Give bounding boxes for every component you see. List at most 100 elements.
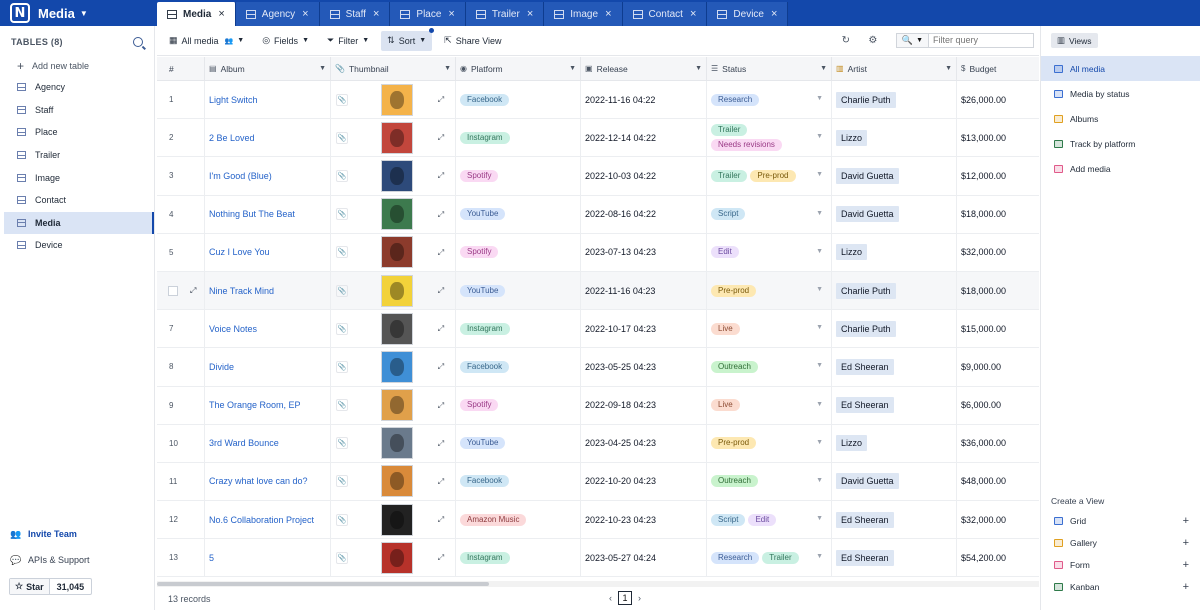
create-view-grid[interactable]: Grid +: [1041, 510, 1200, 532]
platform-cell[interactable]: Instagram: [456, 119, 581, 157]
album-cell[interactable]: 2 Be Loved: [205, 119, 331, 157]
create-view-kanban[interactable]: Kanban +: [1041, 576, 1200, 598]
artist-cell[interactable]: Ed Sheeran: [832, 348, 957, 386]
paperclip-icon[interactable]: 📎: [336, 475, 348, 488]
thumbnail-image[interactable]: [381, 236, 413, 269]
fields-button[interactable]: ◎ Fields ▼: [256, 31, 315, 51]
platform-cell[interactable]: Spotify: [456, 157, 581, 195]
release-cell[interactable]: 2023-04-25 04:23: [581, 424, 707, 462]
apis-support-button[interactable]: 💬 APIs & Support: [10, 555, 89, 566]
budget-cell[interactable]: $26,000.00: [957, 81, 1039, 118]
thumbnail-cell[interactable]: 📎 ⤢: [331, 157, 456, 195]
artist-chip[interactable]: David Guetta: [836, 473, 899, 490]
tab-staff[interactable]: Staff ×: [319, 2, 391, 26]
table-row[interactable]: ⤢ Nine Track Mind 📎 ⤢ YouTube 2022-11-16 04:2…: [157, 271, 1039, 311]
artist-chip[interactable]: David Guetta: [836, 167, 899, 184]
paperclip-icon[interactable]: 📎: [336, 93, 348, 106]
thumbnail-image[interactable]: [381, 274, 413, 307]
budget-cell[interactable]: $9,000.00: [957, 348, 1039, 385]
close-icon[interactable]: ×: [448, 8, 454, 20]
next-page-icon[interactable]: ›: [638, 593, 641, 603]
chevron-down-icon[interactable]: ▼: [816, 133, 823, 140]
artist-chip[interactable]: David Guetta: [836, 206, 899, 223]
budget-cell[interactable]: $36,000.00: [957, 425, 1039, 462]
artist-cell[interactable]: Ed Sheeran: [832, 501, 957, 539]
paperclip-icon[interactable]: 📎: [336, 169, 348, 182]
release-cell[interactable]: 2023-07-13 04:23: [581, 233, 707, 271]
table-row[interactable]: 22 Be Loved 📎 ⤢ Instagram 2022-12-14 04:22 Tr…: [157, 119, 1039, 158]
chevron-down-icon[interactable]: ▼: [816, 515, 823, 522]
tab-contact[interactable]: Contact ×: [622, 2, 708, 26]
plus-icon[interactable]: +: [1183, 559, 1189, 571]
budget-cell[interactable]: $18,000.00: [957, 196, 1039, 233]
artist-chip[interactable]: Lizzo: [836, 129, 868, 146]
thumbnail-image[interactable]: [381, 121, 413, 154]
table-row[interactable]: 10 3rd Ward Bounce 📎 ⤢ YouTube 2023-04-25 04:…: [157, 424, 1039, 463]
status-cell[interactable]: Trailer Needs revisions ▼: [707, 119, 832, 157]
status-cell[interactable]: Pre-prod ▼: [707, 271, 832, 310]
star-button[interactable]: ☆ Star: [10, 579, 50, 594]
expand-icon[interactable]: ⤢: [435, 361, 447, 373]
thumbnail-image[interactable]: [381, 465, 413, 498]
status-cell[interactable]: Research Trailer ▼: [707, 539, 832, 577]
album-name[interactable]: Cuz I Love You: [209, 247, 270, 257]
expand-row-icon[interactable]: ⤢: [190, 286, 196, 296]
artist-chip[interactable]: Lizzo: [836, 244, 868, 261]
close-icon[interactable]: ×: [527, 8, 533, 20]
status-cell[interactable]: Script ▼: [707, 195, 832, 233]
header-album[interactable]: ▤ Album ▼: [205, 57, 331, 80]
thumbnail-image[interactable]: [381, 541, 413, 574]
album-name[interactable]: The Orange Room, EP: [209, 400, 301, 410]
release-cell[interactable]: 2022-08-16 04:22: [581, 195, 707, 233]
artist-cell[interactable]: Lizzo: [832, 233, 957, 271]
chevron-down-icon[interactable]: ▼: [816, 248, 823, 255]
tab-image[interactable]: Image ×: [544, 2, 623, 26]
status-cell[interactable]: Outreach ▼: [707, 462, 832, 501]
artist-chip[interactable]: Charlie Puth: [836, 91, 896, 108]
budget-cell[interactable]: $6,000.00: [957, 387, 1039, 424]
album-name[interactable]: 2 Be Loved: [209, 133, 255, 143]
budget-cell[interactable]: $48,000.00: [957, 463, 1039, 500]
thumbnail-cell[interactable]: 📎 ⤢: [331, 462, 456, 501]
paperclip-icon[interactable]: 📎: [336, 208, 348, 221]
paperclip-icon[interactable]: 📎: [336, 513, 348, 526]
release-cell[interactable]: 2022-10-17 04:23: [581, 310, 707, 348]
expand-icon[interactable]: ⤢: [435, 170, 447, 182]
expand-icon[interactable]: ⤢: [435, 438, 447, 450]
thumbnail-image[interactable]: [381, 159, 413, 192]
header-budget[interactable]: $ Budget: [957, 57, 1039, 80]
platform-cell[interactable]: Amazon Music: [456, 501, 581, 539]
paperclip-icon[interactable]: 📎: [336, 437, 348, 450]
album-cell[interactable]: Voice Notes: [205, 310, 331, 348]
gear-icon[interactable]: ⚙: [864, 31, 882, 49]
scrollbar-thumb[interactable]: [157, 582, 489, 586]
close-icon[interactable]: ×: [218, 8, 224, 20]
sidebar-item-trailer[interactable]: Trailer: [4, 144, 154, 167]
thumbnail-cell[interactable]: 📎 ⤢: [331, 424, 456, 462]
chevron-down-icon[interactable]: ▼: [319, 65, 326, 72]
chevron-down-icon[interactable]: ▼: [816, 401, 823, 408]
view-item-all-media[interactable]: All media: [1041, 56, 1200, 81]
thumbnail-cell[interactable]: 📎 ⤢: [331, 310, 456, 348]
sidebar-item-staff[interactable]: Staff: [4, 99, 154, 122]
artist-cell[interactable]: Lizzo: [832, 424, 957, 462]
paperclip-icon[interactable]: 📎: [336, 131, 348, 144]
thumbnail-cell[interactable]: 📎 ⤢: [331, 81, 456, 119]
sidebar-item-image[interactable]: Image: [4, 166, 154, 189]
thumbnail-image[interactable]: [381, 312, 413, 345]
view-item-albums[interactable]: Albums: [1041, 106, 1200, 131]
app-switcher[interactable]: N Media ▼: [10, 3, 88, 23]
album-cell[interactable]: Nothing But The Beat: [205, 195, 331, 233]
sidebar-item-device[interactable]: Device: [4, 234, 154, 257]
release-cell[interactable]: 2022-09-18 04:23: [581, 386, 707, 424]
artist-cell[interactable]: Lizzo: [832, 119, 957, 157]
chevron-down-icon[interactable]: ▼: [816, 171, 823, 178]
release-cell[interactable]: 2023-05-25 04:23: [581, 348, 707, 386]
platform-cell[interactable]: Spotify: [456, 386, 581, 424]
table-row[interactable]: 7 Voice Notes 📎 ⤢ Instagram 2022-10-17 04:23 L…: [157, 310, 1039, 349]
status-cell[interactable]: Live ▼: [707, 310, 832, 348]
create-view-gallery[interactable]: Gallery +: [1041, 532, 1200, 554]
thumbnail-cell[interactable]: 📎 ⤢: [331, 539, 456, 577]
platform-cell[interactable]: Facebook: [456, 81, 581, 119]
release-cell[interactable]: 2022-10-20 04:23: [581, 462, 707, 501]
